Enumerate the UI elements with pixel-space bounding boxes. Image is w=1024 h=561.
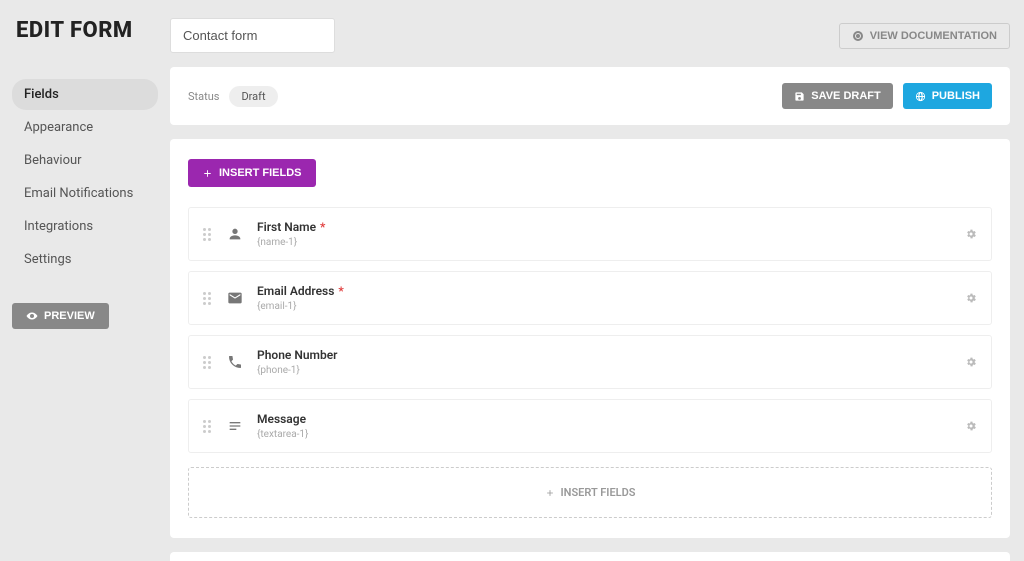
drag-handle-icon[interactable] [203, 356, 213, 369]
insert-fields-dropzone-label: INSERT FIELDS [561, 486, 636, 499]
publish-label: PUBLISH [932, 90, 980, 102]
preview-button-label: PREVIEW [44, 310, 95, 322]
field-key: {name-1} [257, 237, 951, 248]
eye-icon [26, 310, 38, 322]
phone-icon [227, 354, 243, 370]
field-row[interactable]: Phone Number {phone-1} [188, 335, 992, 389]
field-title: First Name* [257, 220, 951, 234]
insert-fields-button[interactable]: INSERT FIELDS [188, 159, 316, 187]
fields-card: INSERT FIELDS First Name* {name-1} [170, 139, 1010, 538]
sidebar-item-email-notifications[interactable]: Email Notifications [12, 178, 158, 209]
sidebar-item-integrations[interactable]: Integrations [12, 211, 158, 242]
textarea-icon [227, 418, 243, 434]
drag-handle-icon[interactable] [203, 228, 213, 241]
view-documentation-button[interactable]: VIEW DOCUMENTATION [839, 23, 1010, 49]
field-key: {email-1} [257, 301, 951, 312]
sidebar-item-settings[interactable]: Settings [12, 244, 158, 275]
field-key: {textarea-1} [257, 429, 951, 440]
page-title: EDIT FORM [12, 18, 158, 43]
fields-list: First Name* {name-1} Email Address* {ema… [188, 207, 992, 453]
save-icon [794, 91, 805, 102]
publish-button[interactable]: PUBLISH [903, 83, 992, 109]
submit-card: Send Message [170, 552, 1010, 561]
drag-handle-icon[interactable] [203, 420, 213, 433]
lifebuoy-icon [852, 30, 864, 42]
gear-icon[interactable] [965, 228, 977, 240]
save-draft-button[interactable]: SAVE DRAFT [782, 83, 892, 109]
sidebar-nav: Fields Appearance Behaviour Email Notifi… [12, 79, 158, 275]
sidebar-item-behaviour[interactable]: Behaviour [12, 145, 158, 176]
save-draft-label: SAVE DRAFT [811, 90, 880, 102]
mail-icon [227, 290, 243, 306]
field-row[interactable]: First Name* {name-1} [188, 207, 992, 261]
field-key: {phone-1} [257, 365, 951, 376]
insert-fields-button-label: INSERT FIELDS [219, 167, 302, 179]
status-card: Status Draft SAVE DRAFT PUBLISH [170, 67, 1010, 125]
plus-icon [545, 488, 555, 498]
form-name-input[interactable] [170, 18, 335, 53]
view-documentation-label: VIEW DOCUMENTATION [870, 30, 997, 42]
plus-icon [202, 168, 213, 179]
insert-fields-dropzone[interactable]: INSERT FIELDS [188, 467, 992, 518]
gear-icon[interactable] [965, 420, 977, 432]
field-row[interactable]: Message {textarea-1} [188, 399, 992, 453]
field-row[interactable]: Email Address* {email-1} [188, 271, 992, 325]
status-label: Status [188, 90, 219, 103]
status-badge: Draft [229, 86, 277, 107]
sidebar-item-fields[interactable]: Fields [12, 79, 158, 110]
person-icon [227, 226, 243, 242]
drag-handle-icon[interactable] [203, 292, 213, 305]
gear-icon[interactable] [965, 292, 977, 304]
top-bar: VIEW DOCUMENTATION [170, 18, 1010, 53]
gear-icon[interactable] [965, 356, 977, 368]
globe-icon [915, 91, 926, 102]
preview-button[interactable]: PREVIEW [12, 303, 109, 329]
sidebar-item-appearance[interactable]: Appearance [12, 112, 158, 143]
field-title: Email Address* [257, 284, 951, 298]
field-title: Message [257, 412, 951, 426]
field-title: Phone Number [257, 348, 951, 362]
